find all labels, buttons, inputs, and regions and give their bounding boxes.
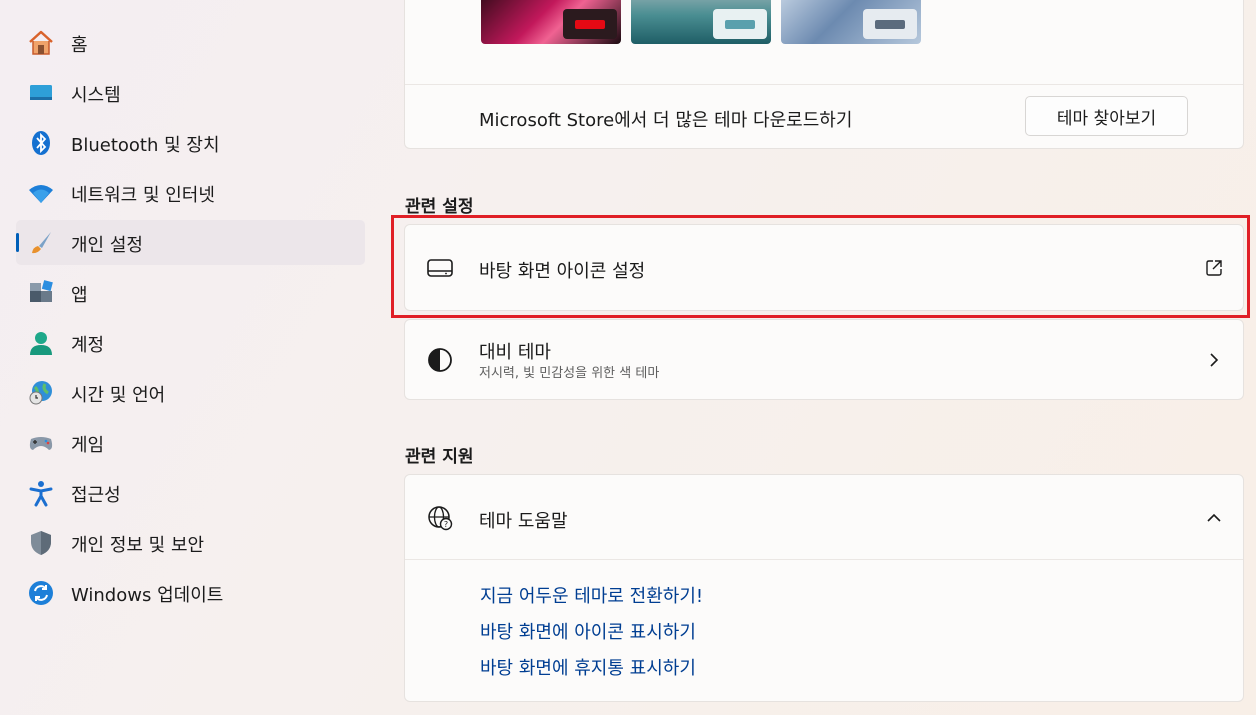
- switch-dark-theme-link[interactable]: 지금 어두운 테마로 전환하기!: [480, 582, 703, 608]
- navigation-sidebar: 홈 시스템 Bluetooth 및 장치 네트워크 및 인터넷 개인 설정 앱: [0, 0, 380, 715]
- theme-preview-chip: [563, 9, 617, 39]
- wifi-icon: [26, 178, 56, 208]
- store-themes-text: Microsoft Store에서 더 많은 테마 다운로드하기: [479, 110, 853, 131]
- theme-help-header[interactable]: ? 테마 도움말: [405, 475, 1243, 559]
- sidebar-item-label: 개인 설정: [71, 235, 143, 256]
- theme-preview-chip: [713, 9, 767, 39]
- themes-card: Microsoft Store에서 더 많은 테마 다운로드하기 테마 찾아보기: [404, 0, 1244, 149]
- sidebar-item-system[interactable]: 시스템: [16, 70, 365, 115]
- sidebar-item-label: Windows 업데이트: [71, 585, 224, 606]
- theme-thumbnail-2[interactable]: [631, 0, 771, 44]
- desktop-icon-settings-row[interactable]: 바탕 화면 아이콘 설정: [404, 224, 1244, 311]
- gamepad-icon: [26, 428, 56, 458]
- sidebar-item-personalization[interactable]: 개인 설정: [16, 220, 365, 265]
- sidebar-item-windows-update[interactable]: Windows 업데이트: [16, 570, 365, 615]
- contrast-themes-row[interactable]: 대비 테마 저시력, 빛 민감성을 위한 색 테마: [404, 319, 1244, 400]
- sidebar-item-accounts[interactable]: 계정: [16, 320, 365, 365]
- contrast-themes-description: 저시력, 빛 민감성을 위한 색 테마: [479, 366, 660, 381]
- svg-text:?: ?: [444, 520, 448, 529]
- sidebar-item-label: 계정: [71, 335, 105, 356]
- globe-help-icon: ?: [425, 503, 455, 533]
- chevron-up-icon: [1199, 503, 1229, 533]
- theme-thumbnail-1[interactable]: [481, 0, 621, 44]
- sidebar-item-network[interactable]: 네트워크 및 인터넷: [16, 170, 365, 215]
- sidebar-item-label: 게임: [71, 435, 105, 456]
- sidebar-item-time-language[interactable]: 시간 및 언어: [16, 370, 365, 415]
- system-icon: [26, 78, 56, 108]
- sidebar-item-label: 네트워크 및 인터넷: [71, 185, 215, 206]
- sidebar-item-label: Bluetooth 및 장치: [71, 135, 220, 156]
- bluetooth-icon: [26, 128, 56, 158]
- sidebar-item-label: 개인 정보 및 보안: [71, 535, 205, 556]
- sidebar-item-gaming[interactable]: 게임: [16, 420, 365, 465]
- sidebar-item-home[interactable]: 홈: [16, 20, 365, 65]
- desktop-icon-settings-label: 바탕 화면 아이콘 설정: [479, 261, 646, 282]
- show-recycle-bin-link[interactable]: 바탕 화면에 휴지통 표시하기: [480, 654, 696, 680]
- chevron-right-icon: [1199, 345, 1229, 375]
- sidebar-item-apps[interactable]: 앱: [16, 270, 365, 315]
- divider: [405, 559, 1243, 560]
- sidebar-item-label: 시스템: [71, 85, 121, 106]
- theme-help-label: 테마 도움말: [479, 511, 568, 532]
- sidebar-item-bluetooth[interactable]: Bluetooth 및 장치: [16, 120, 365, 165]
- account-icon: [26, 328, 56, 358]
- monitor-icon: [425, 253, 455, 283]
- accessibility-icon: [26, 478, 56, 508]
- sidebar-item-privacy[interactable]: 개인 정보 및 보안: [16, 520, 365, 565]
- show-desktop-icons-link[interactable]: 바탕 화면에 아이콘 표시하기: [480, 618, 696, 644]
- related-support-title: 관련 지원: [405, 447, 474, 467]
- theme-preview-chip: [863, 9, 917, 39]
- contrast-themes-label: 대비 테마: [479, 342, 551, 363]
- browse-themes-button[interactable]: 테마 찾아보기: [1025, 96, 1188, 136]
- divider: [405, 84, 1243, 85]
- theme-thumbnail-3[interactable]: [781, 0, 921, 44]
- active-indicator: [16, 233, 19, 252]
- apps-icon: [26, 278, 56, 308]
- sidebar-item-label: 시간 및 언어: [71, 385, 166, 406]
- related-settings-title: 관련 설정: [405, 197, 474, 217]
- open-external-icon: [1199, 253, 1229, 283]
- home-icon: [26, 28, 56, 58]
- time-language-icon: [26, 378, 56, 408]
- contrast-icon: [425, 345, 455, 375]
- sidebar-item-label: 앱: [71, 285, 88, 306]
- sidebar-item-accessibility[interactable]: 접근성: [16, 470, 365, 515]
- update-icon: [26, 578, 56, 608]
- sidebar-item-label: 홈: [71, 35, 88, 56]
- sidebar-item-label: 접근성: [71, 485, 121, 506]
- brush-icon: [26, 228, 56, 258]
- shield-icon: [26, 528, 56, 558]
